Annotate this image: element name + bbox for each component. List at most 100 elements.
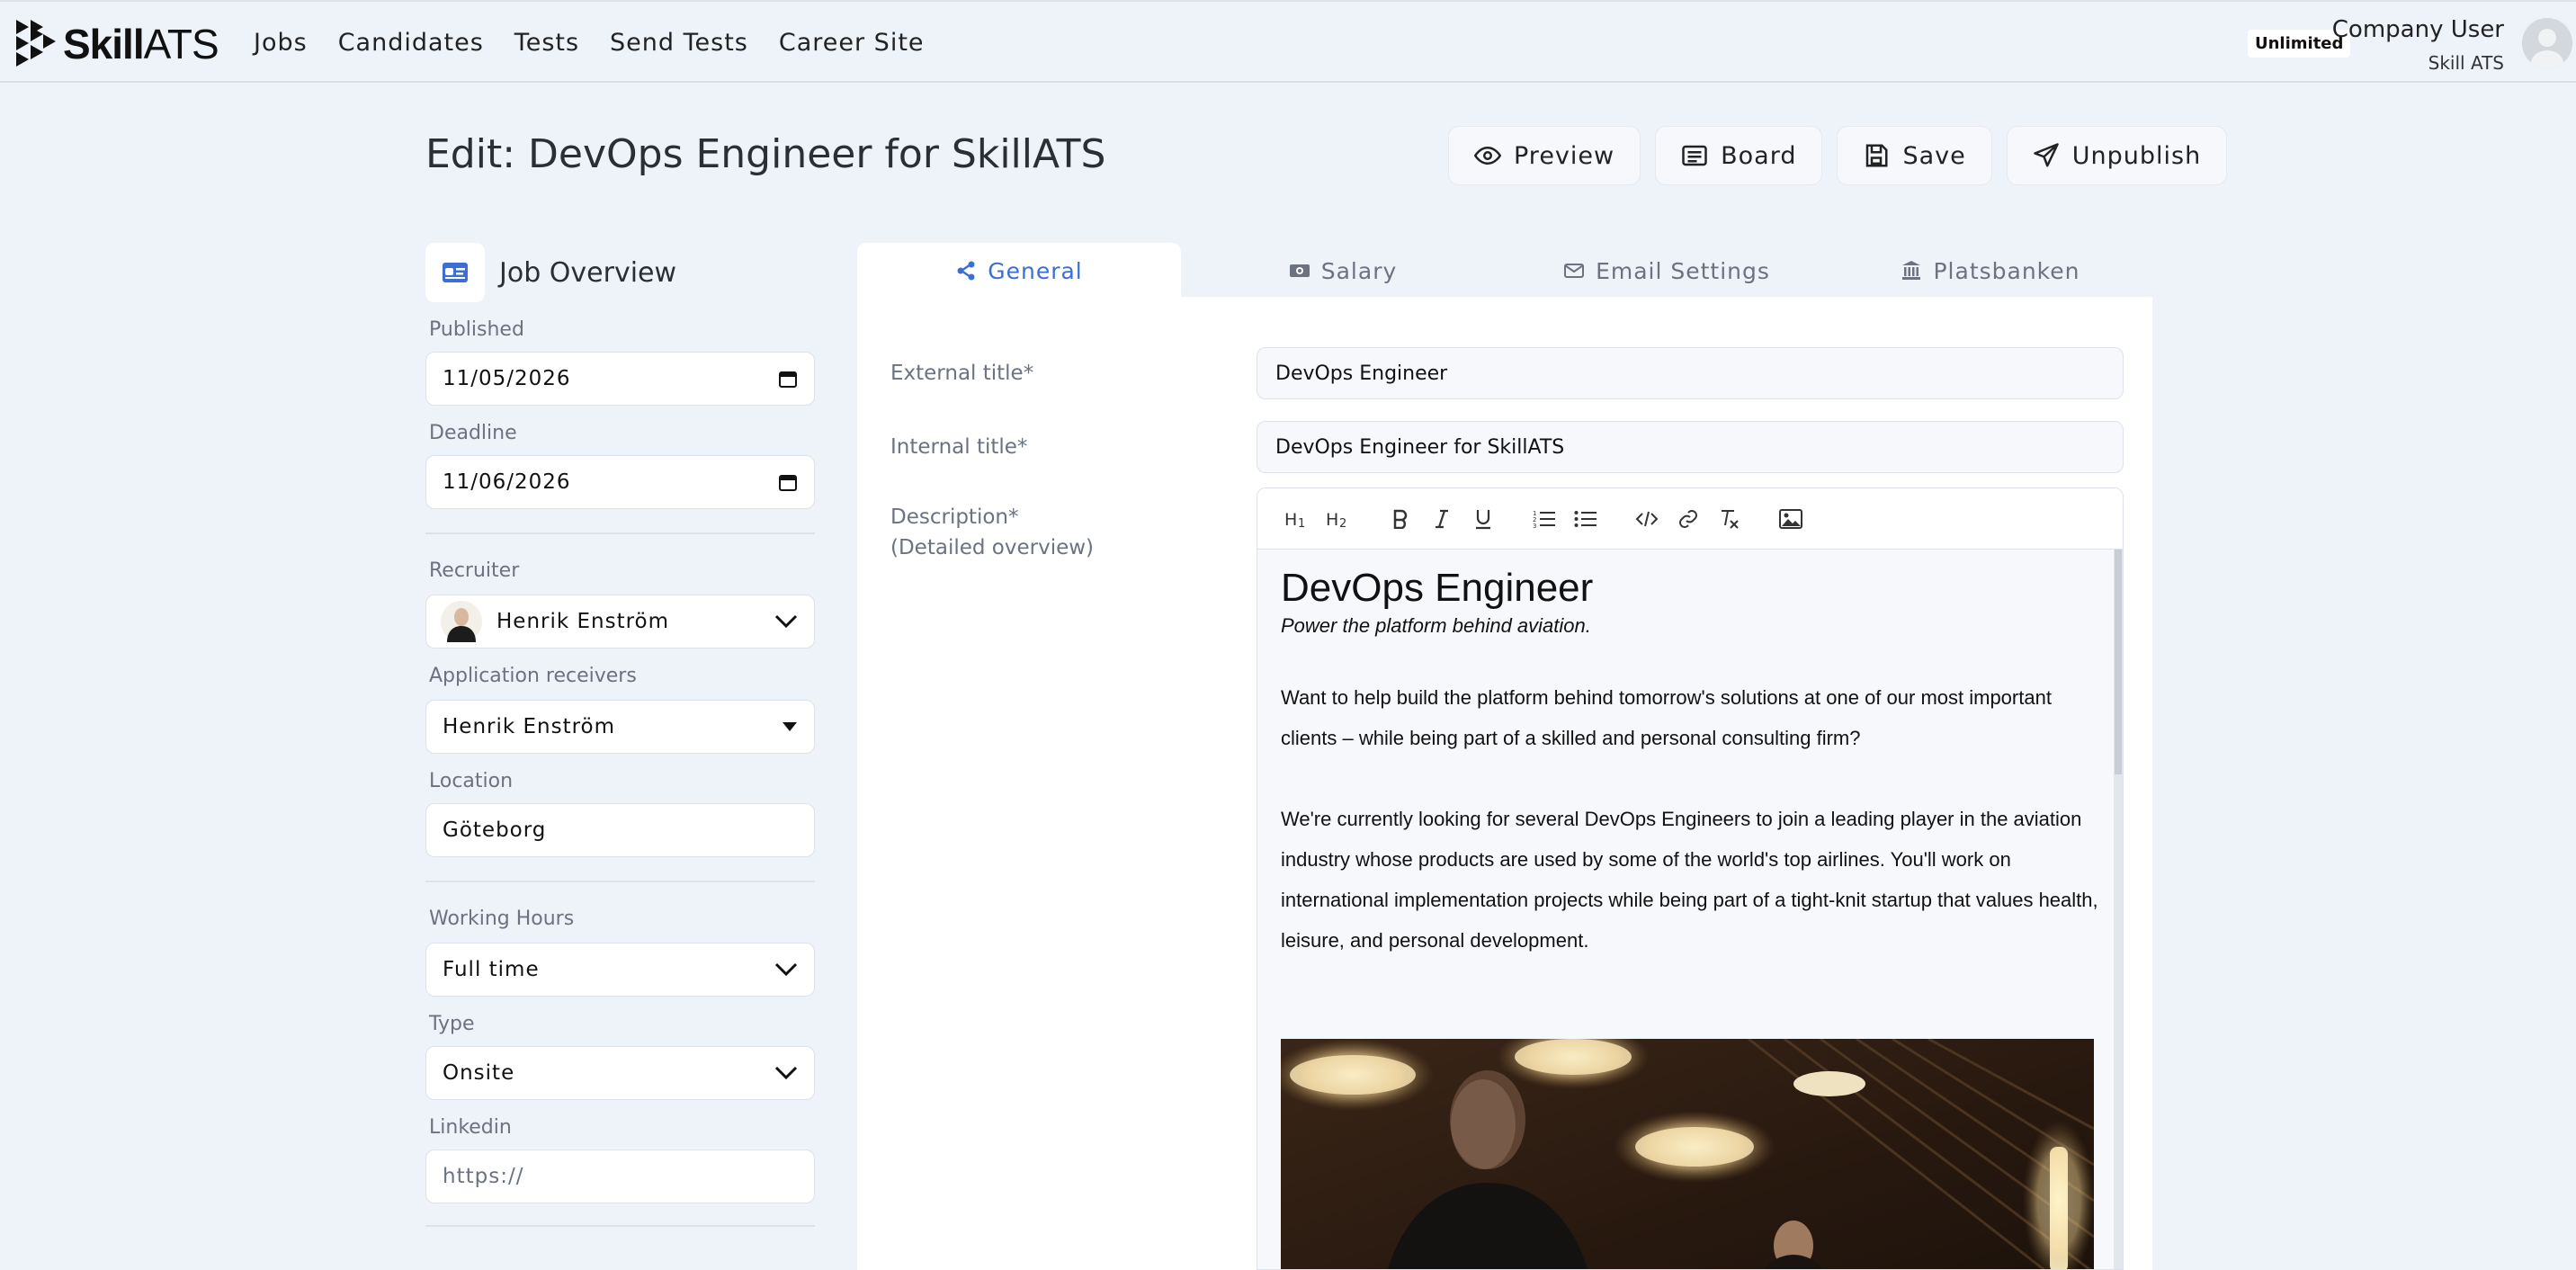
content-paragraph-2: We're currently looking for several DevO…: [1281, 808, 2098, 952]
user-avatar[interactable]: [2522, 18, 2572, 68]
tab-salary[interactable]: Salary: [1181, 243, 1505, 299]
recruiter-select[interactable]: Henrik Enström: [425, 595, 815, 648]
chevron-down-icon: [774, 1066, 798, 1080]
linkedin-input[interactable]: https://: [425, 1149, 815, 1203]
bullet-list-icon[interactable]: [1565, 498, 1606, 540]
nav-send-tests[interactable]: Send Tests: [610, 29, 748, 57]
content-paragraph-1: Want to help build the platform behind t…: [1281, 686, 2052, 749]
calendar-icon[interactable]: [778, 472, 798, 492]
external-title-input[interactable]: DevOps Engineer: [1257, 347, 2124, 399]
user-name[interactable]: Company User: [2332, 16, 2504, 43]
top-navbar: SkillATS Jobs Candidates Tests Send Test…: [0, 0, 2576, 83]
link-icon[interactable]: [1668, 498, 1709, 540]
heading-2-icon[interactable]: H2: [1319, 498, 1360, 540]
page-title: Edit: DevOps Engineer for SkillATS: [425, 131, 1106, 177]
application-receivers-value: Henrik Enström: [443, 715, 616, 738]
svg-text:3: 3: [1533, 523, 1536, 529]
recruiter-value: Henrik Enström: [496, 610, 670, 633]
location-input[interactable]: Göteborg: [425, 803, 815, 857]
location-value: Göteborg: [443, 818, 547, 842]
calendar-icon[interactable]: [778, 369, 798, 389]
logo-text: SkillATS: [63, 21, 219, 67]
section-divider: [425, 532, 815, 534]
bold-icon[interactable]: [1380, 498, 1421, 540]
bank-icon: [1902, 261, 1921, 280]
italic-icon[interactable]: [1421, 498, 1462, 540]
description-editor: H1 H2 123 DevOps Engineer Power the plat…: [1257, 487, 2124, 1270]
published-value: 11/05/2026: [443, 367, 571, 390]
external-title-label: External title*: [890, 362, 1034, 385]
nav-career-site[interactable]: Career Site: [779, 29, 925, 57]
content-photo: [1281, 1039, 2094, 1269]
editor-scrollbar[interactable]: [2114, 550, 2123, 1269]
board-button[interactable]: Board: [1655, 126, 1823, 185]
editor-content[interactable]: DevOps Engineer Power the platform behin…: [1257, 550, 2123, 1269]
svg-text:1: 1: [1298, 517, 1305, 529]
working-hours-value: Full time: [443, 958, 540, 981]
nav-candidates[interactable]: Candidates: [338, 29, 484, 57]
job-overview-title: Job Overview: [499, 256, 677, 289]
editor-toolbar: H1 H2 123: [1257, 488, 2123, 550]
internal-title-input[interactable]: DevOps Engineer for SkillATS: [1257, 421, 2124, 473]
tab-platsbanken-label: Platsbanken: [1933, 257, 2080, 284]
save-button[interactable]: Save: [1837, 126, 1992, 185]
unpublish-button[interactable]: Unpublish: [2006, 126, 2228, 185]
floppy-icon: [1866, 144, 1888, 167]
content-heading: DevOps Engineer: [1281, 566, 1594, 610]
nav-jobs[interactable]: Jobs: [254, 29, 308, 57]
svg-text:H: H: [1326, 510, 1338, 529]
code-icon[interactable]: [1626, 498, 1668, 540]
internal-title-label: Internal title*: [890, 435, 1028, 459]
tab-salary-label: Salary: [1320, 257, 1398, 284]
editor-scrollbar-thumb[interactable]: [2115, 550, 2122, 774]
skillats-logo[interactable]: SkillATS: [14, 18, 219, 70]
application-receivers-select[interactable]: Henrik Enström: [425, 700, 815, 754]
tab-email-settings-label: Email Settings: [1596, 257, 1770, 284]
description-label: Description*: [890, 505, 1019, 529]
share-icon: [957, 261, 975, 281]
ordered-list-icon[interactable]: 123: [1524, 498, 1565, 540]
caret-down-icon: [783, 722, 797, 731]
image-icon[interactable]: [1770, 498, 1811, 540]
svg-text:2: 2: [1339, 517, 1346, 529]
heading-1-icon[interactable]: H1: [1277, 498, 1319, 540]
action-buttons: Preview Board Save Unpublish: [1448, 126, 2228, 185]
clear-format-icon[interactable]: [1709, 498, 1750, 540]
preview-button[interactable]: Preview: [1448, 126, 1641, 185]
deadline-value: 11/06/2026: [443, 470, 571, 494]
type-label: Type: [429, 1013, 475, 1035]
svg-text:H: H: [1284, 510, 1297, 529]
money-icon: [1289, 264, 1310, 277]
unpublish-label: Unpublish: [2071, 141, 2202, 170]
board-label: Board: [1721, 141, 1797, 170]
default-avatar-icon: [2522, 18, 2572, 68]
external-title-value: DevOps Engineer: [1275, 362, 1448, 385]
id-card-icon: [425, 243, 485, 302]
chevron-down-icon: [774, 614, 798, 629]
tab-platsbanken[interactable]: Platsbanken: [1829, 243, 2152, 299]
tab-email-settings[interactable]: Email Settings: [1505, 243, 1829, 299]
logo-triangles-icon: [16, 20, 56, 67]
tab-general[interactable]: General: [857, 243, 1181, 299]
save-label: Save: [1902, 141, 1966, 170]
main-nav: Jobs Candidates Tests Send Tests Career …: [254, 29, 955, 57]
published-date-input[interactable]: 11/05/2026: [425, 352, 815, 406]
nav-tests[interactable]: Tests: [514, 29, 579, 57]
working-hours-select[interactable]: Full time: [425, 943, 815, 997]
settings-tabs: General Salary Email Settings Platsbanke…: [857, 243, 2152, 299]
section-divider: [425, 1225, 815, 1227]
board-icon: [1682, 145, 1707, 166]
linkedin-label: Linkedin: [429, 1116, 512, 1139]
type-select[interactable]: Onsite: [425, 1046, 815, 1100]
user-company: Skill ATS: [2428, 52, 2504, 74]
job-overview-panel: Job Overview Published 11/05/2026 Deadli…: [425, 243, 815, 1227]
envelope-icon: [1564, 264, 1585, 278]
job-overview-header: Job Overview: [425, 243, 815, 302]
section-divider: [425, 881, 815, 882]
deadline-date-input[interactable]: 11/06/2026: [425, 455, 815, 509]
working-hours-label: Working Hours: [429, 908, 575, 930]
tab-general-label: General: [988, 257, 1083, 284]
location-label: Location: [429, 770, 514, 792]
underline-icon[interactable]: [1462, 498, 1504, 540]
application-receivers-label: Application receivers: [429, 665, 637, 687]
